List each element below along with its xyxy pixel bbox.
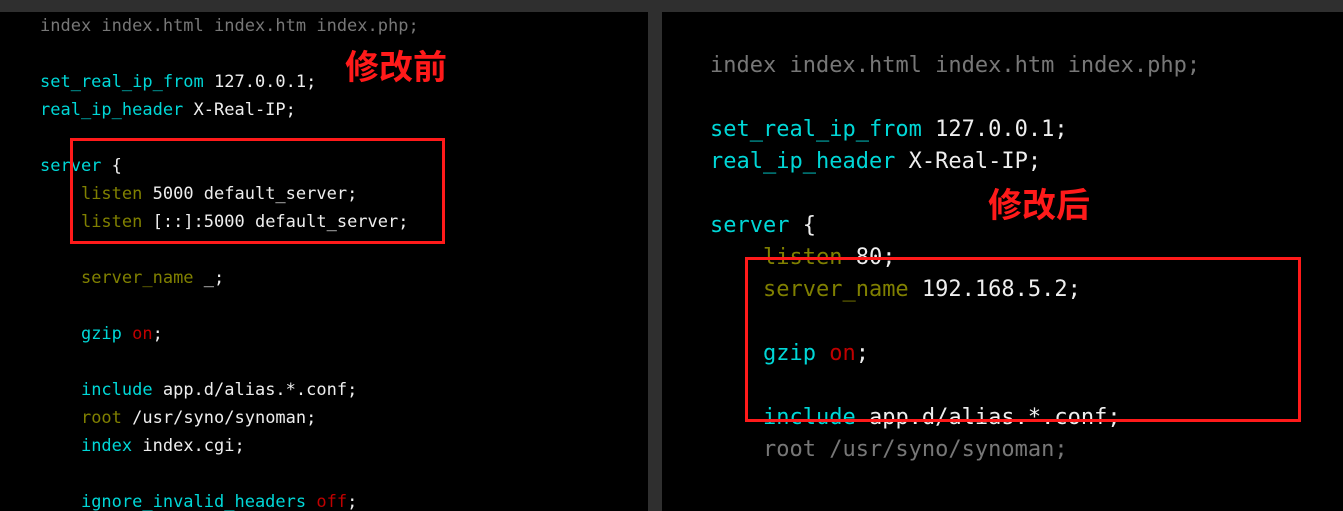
code-token: app.d/alias.*.conf; xyxy=(153,380,358,400)
code-token: 5000 default_server; xyxy=(142,184,357,204)
code-token: real_ip_header xyxy=(40,100,183,120)
code-token: ignore_invalid_headers xyxy=(81,492,306,511)
code-token: include xyxy=(81,380,153,400)
code-token: ; xyxy=(856,341,869,366)
code-token: /usr/syno/synoman; xyxy=(122,408,316,428)
code-token: X-Real-IP; xyxy=(183,100,296,120)
code-token: listen xyxy=(81,212,142,232)
code-token xyxy=(122,324,132,344)
code-token: index xyxy=(81,436,132,456)
code-token: { xyxy=(789,213,816,238)
code-token: gzip xyxy=(763,341,816,366)
left-pane-before: index index.html index.htm index.php; se… xyxy=(0,12,648,511)
code-token: server xyxy=(40,156,101,176)
annotation-before-label: 修改前 xyxy=(345,40,447,89)
code-token: index xyxy=(710,53,776,78)
code-token: real_ip_header xyxy=(710,149,895,174)
code-token: 127.0.0.1; xyxy=(204,72,317,92)
code-token: 80; xyxy=(842,245,895,270)
pane-divider xyxy=(648,12,662,511)
code-token: on xyxy=(829,341,856,366)
code-token: X-Real-IP; xyxy=(895,149,1041,174)
code-token: set_real_ip_from xyxy=(710,117,922,142)
code-block-before: index index.html index.htm index.php; se… xyxy=(0,12,648,511)
code-token: server_name xyxy=(81,268,194,288)
code-token: set_real_ip_from xyxy=(40,72,204,92)
code-token xyxy=(306,492,316,511)
code-token: index.cgi; xyxy=(132,436,245,456)
code-token: server xyxy=(710,213,789,238)
code-token: on xyxy=(132,324,152,344)
comparison-panes: index index.html index.htm index.php; se… xyxy=(0,12,1343,511)
code-token: off xyxy=(316,492,347,511)
code-token: [::]:5000 default_server; xyxy=(142,212,408,232)
code-token: listen xyxy=(763,245,842,270)
annotation-after-label: 修改后 xyxy=(988,178,1090,227)
code-token: listen xyxy=(81,184,142,204)
code-token: gzip xyxy=(81,324,122,344)
code-token: 127.0.0.1; xyxy=(922,117,1068,142)
code-token: include xyxy=(763,405,856,430)
code-token xyxy=(816,341,829,366)
code-token: _; xyxy=(194,268,225,288)
code-block-after: index index.html index.htm index.php; se… xyxy=(662,50,1343,466)
window-top-bar xyxy=(0,0,1343,12)
code-token: 192.168.5.2; xyxy=(909,277,1081,302)
code-token: app.d/alias.*.conf; xyxy=(856,405,1121,430)
code-token: root /usr/syno/synoman; xyxy=(763,437,1068,462)
code-token: index.html index.htm index.php; xyxy=(776,53,1200,78)
right-pane-after: index index.html index.htm index.php; se… xyxy=(662,12,1343,511)
code-token: server_name xyxy=(763,277,909,302)
code-token: ; xyxy=(153,324,163,344)
code-token: index xyxy=(40,16,91,36)
code-token: index.html index.htm index.php; xyxy=(91,16,419,36)
code-token: root xyxy=(81,408,122,428)
code-token: { xyxy=(101,156,121,176)
code-token: ; xyxy=(347,492,357,511)
